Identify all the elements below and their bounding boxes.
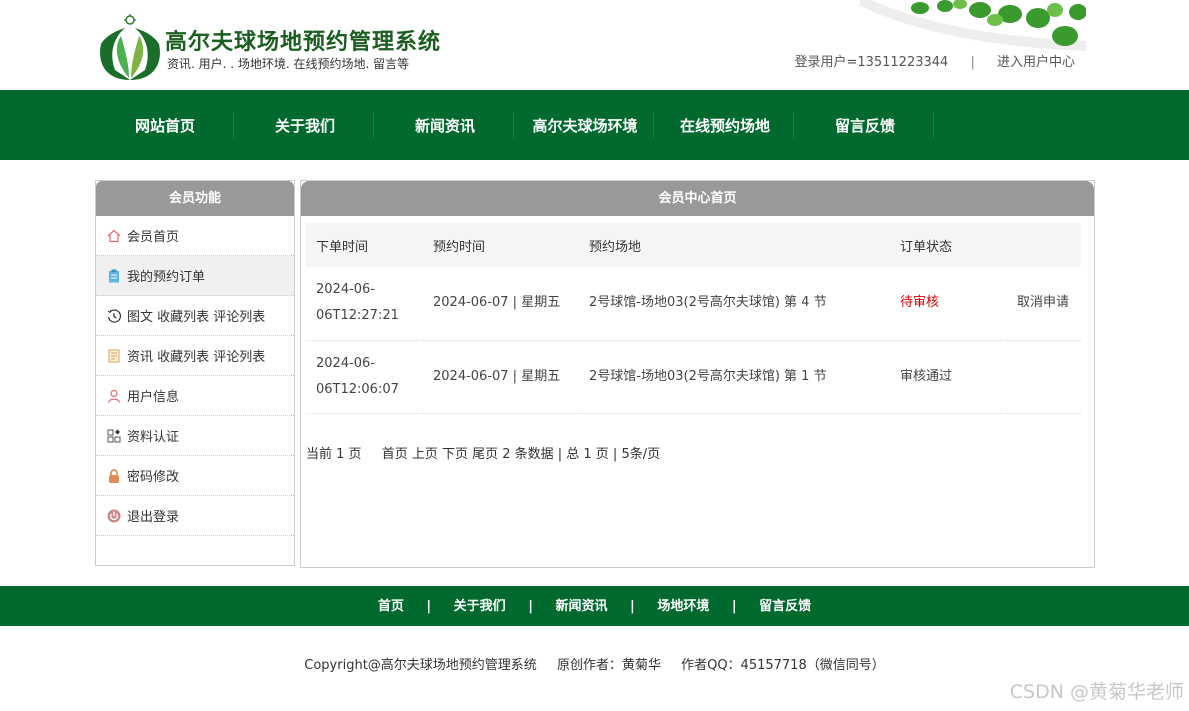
copyright-text: Copyright@高尔夫球场地预约管理系统 xyxy=(304,658,537,673)
sidebar-item-label: 用户信息 xyxy=(127,390,180,405)
orders-table: 下单时间 预约时间 预约场地 订单状态 2024-06- 06T12:27:21 … xyxy=(306,223,1081,414)
nav-divider xyxy=(933,112,934,138)
copyright: Copyright@高尔夫球场地预约管理系统 原创作者：黄菊华 作者QQ：451… xyxy=(0,654,1189,673)
footer-link-venue[interactable]: 场地环境 xyxy=(657,599,709,614)
nav-about[interactable]: 关于我们 xyxy=(235,90,375,160)
footer-link-home[interactable]: 首页 xyxy=(378,599,404,614)
member-center-panel: 会员中心首页 下单时间 预约时间 预约场地 订单状态 2024-06- 06T12… xyxy=(300,180,1095,568)
sidebar-item-news-favorites[interactable]: 资讯 收藏列表 评论列表 xyxy=(96,336,294,376)
user-info: 登录用户=13511223344 | 进入用户中心 xyxy=(794,51,1075,70)
table-row: 2024-06- 06T12:06:07 2024-06-07 | 星期五 2号球… xyxy=(306,340,1081,414)
nav-news[interactable]: 新闻资讯 xyxy=(375,90,515,160)
nav-divider xyxy=(233,112,234,138)
login-user-label: 登录用户=13511223344 xyxy=(794,55,949,70)
separator: | xyxy=(970,55,975,70)
logo-icon xyxy=(100,14,160,80)
order-time-cell: 2024-06- 06T12:06:07 xyxy=(306,340,423,414)
sidebar-item-label: 密码修改 xyxy=(127,470,180,485)
current-page-label: 当前 1 页 xyxy=(306,447,362,462)
home-icon xyxy=(107,229,121,243)
history-icon xyxy=(107,309,121,323)
clipboard-icon xyxy=(107,269,121,283)
panel-title: 会员中心首页 xyxy=(301,181,1094,216)
separator: | xyxy=(731,599,737,614)
power-icon xyxy=(107,509,121,523)
footer-nav: 首页 | 关于我们 | 新闻资讯 | 场地环境 | 留言反馈 xyxy=(0,586,1189,626)
pagination-links[interactable]: 首页 上页 下页 尾页 2 条数据 | 总 1 页 | 5条/页 xyxy=(382,447,660,462)
document-icon xyxy=(107,349,121,363)
nav-divider xyxy=(793,112,794,138)
nav-divider xyxy=(373,112,374,138)
nav-online-booking[interactable]: 在线预约场地 xyxy=(655,90,795,160)
booking-time-cell: 2024-06-07 | 星期五 xyxy=(423,340,579,414)
nav-feedback[interactable]: 留言反馈 xyxy=(795,90,935,160)
nav-divider xyxy=(653,112,654,138)
separator: | xyxy=(630,599,635,614)
user-icon xyxy=(107,389,121,403)
footer-link-news[interactable]: 新闻资讯 xyxy=(555,599,607,614)
sidebar-item-user-info[interactable]: 用户信息 xyxy=(96,376,294,416)
sidebar-item-label: 我的预约订单 xyxy=(127,270,206,285)
lock-icon xyxy=(107,468,121,483)
status-badge: 审核通过 xyxy=(890,340,1007,414)
footer-link-about[interactable]: 关于我们 xyxy=(454,599,506,614)
sidebar-item-label: 资讯 收藏列表 评论列表 xyxy=(127,350,266,365)
venue-cell: 2号球馆-场地03(2号高尔夫球馆) 第 1 节 xyxy=(579,340,890,414)
separator: | xyxy=(426,599,432,614)
member-sidebar: 会员功能 会员首页 我的预约订单 图文 收藏列表 评论列表 资讯 收藏列表 评论… xyxy=(95,180,295,566)
nav-divider xyxy=(513,112,514,138)
col-action xyxy=(1007,223,1081,267)
sidebar-title: 会员功能 xyxy=(96,181,294,216)
sidebar-item-my-orders[interactable]: 我的预约订单 xyxy=(96,256,294,296)
main-nav: 网站首页 关于我们 新闻资讯 高尔夫球场环境 在线预约场地 留言反馈 xyxy=(0,90,1189,160)
sidebar-item-verification[interactable]: 资料认证 xyxy=(96,416,294,456)
nav-golf-environment[interactable]: 高尔夫球场环境 xyxy=(515,90,655,160)
action-cell xyxy=(1007,340,1081,414)
order-time-cell: 2024-06- 06T12:27:21 xyxy=(306,267,423,341)
header: 高尔夫球场地预约管理系统 资讯. 用户. . 场地环境. 在线预约场地. 留言等… xyxy=(0,0,1189,90)
sidebar-item-label: 资料认证 xyxy=(127,430,180,445)
sidebar-item-logout[interactable]: 退出登录 xyxy=(96,496,294,536)
author-text: 原创作者：黄菊华 xyxy=(556,658,661,673)
sidebar-item-password[interactable]: 密码修改 xyxy=(96,456,294,496)
col-status: 订单状态 xyxy=(900,239,953,255)
pagination: 当前 1 页 首页 上页 下页 尾页 2 条数据 | 总 1 页 | 5条/页 xyxy=(306,443,660,462)
col-booking-time: 预约时间 xyxy=(433,239,486,255)
watermark: CSDN @黄菊华老师 xyxy=(1009,681,1184,703)
table-row: 2024-06- 06T12:27:21 2024-06-07 | 星期五 2号球… xyxy=(306,267,1081,341)
leaves-decoration xyxy=(860,0,1086,51)
cancel-request-link[interactable]: 取消申请 xyxy=(1007,267,1081,341)
sidebar-item-label: 退出登录 xyxy=(127,510,180,525)
separator: | xyxy=(528,599,533,614)
sidebar-item-label: 会员首页 xyxy=(127,230,180,245)
site-title: 高尔夫球场地预约管理系统 xyxy=(165,29,442,55)
qq-text: 作者QQ：45157718（微信同号） xyxy=(681,658,885,673)
venue-cell: 2号球馆-场地03(2号高尔夫球馆) 第 4 节 xyxy=(579,267,890,341)
col-order-time: 下单时间 xyxy=(316,239,369,255)
user-center-link[interactable]: 进入用户中心 xyxy=(997,55,1075,70)
booking-time-cell: 2024-06-07 | 星期五 xyxy=(423,267,579,341)
nav-home[interactable]: 网站首页 xyxy=(95,90,235,160)
status-badge: 待审核 xyxy=(890,267,1007,341)
grid-icon xyxy=(107,429,121,443)
sidebar-item-label: 图文 收藏列表 评论列表 xyxy=(127,310,266,325)
site-subtitle: 资讯. 用户. . 场地环境. 在线预约场地. 留言等 xyxy=(167,57,410,71)
table-header-row: 下单时间 预约时间 预约场地 订单状态 xyxy=(306,223,1081,267)
col-venue: 预约场地 xyxy=(589,239,642,255)
footer-link-feedback[interactable]: 留言反馈 xyxy=(759,599,811,614)
sidebar-item-graphic-favorites[interactable]: 图文 收藏列表 评论列表 xyxy=(96,296,294,336)
sidebar-item-member-home[interactable]: 会员首页 xyxy=(96,216,294,256)
